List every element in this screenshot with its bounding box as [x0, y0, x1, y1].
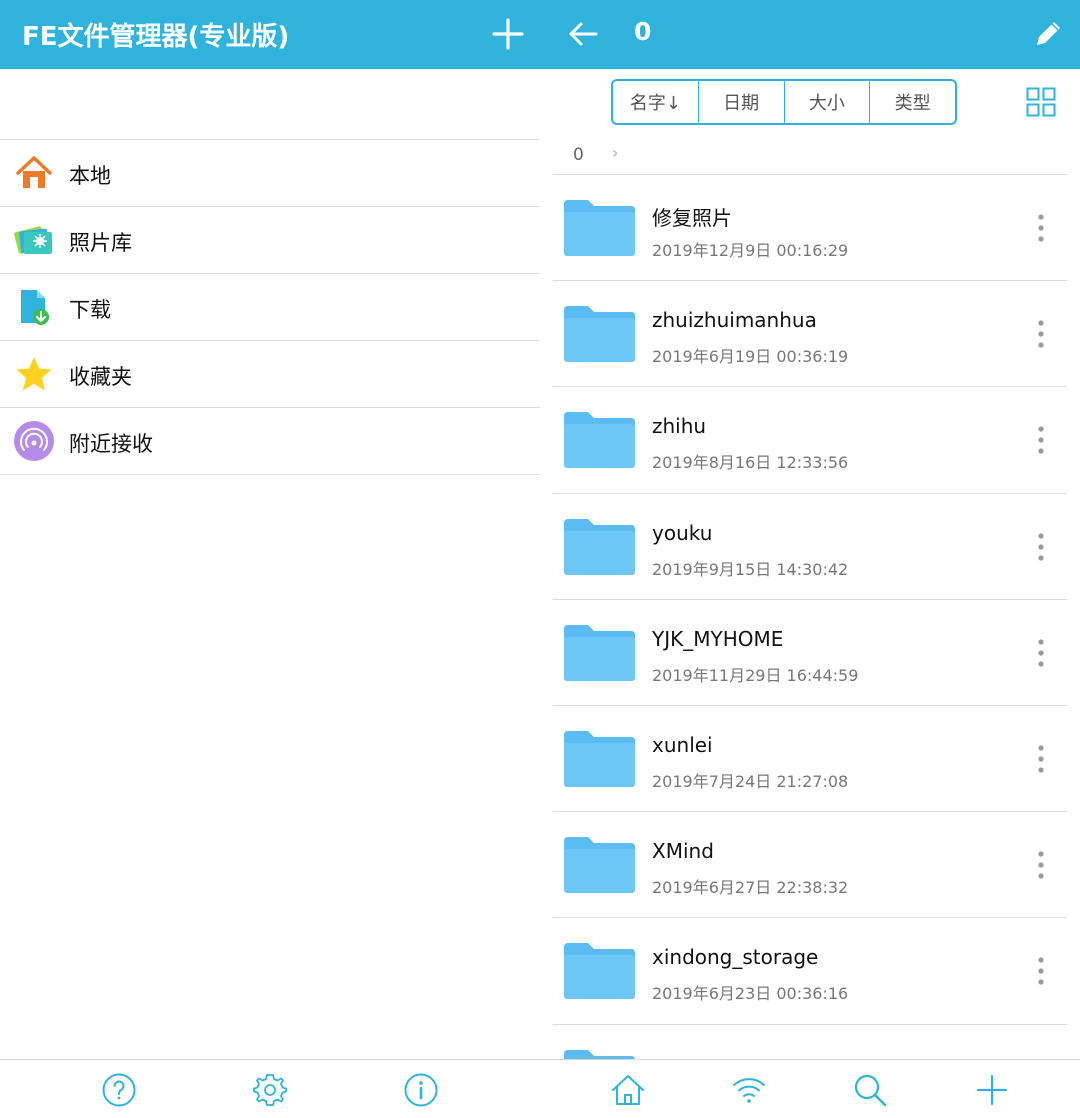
nav-label-downloads: 下载	[69, 298, 111, 322]
arrow-left-icon[interactable]	[564, 16, 604, 52]
home-icon[interactable]	[610, 1072, 646, 1108]
app-root: FE文件管理器(专业版) 0 本地 照片库 下载 收藏夹 附近接收 名字↓ 日期…	[0, 0, 1080, 1118]
more-options-icon[interactable]	[1033, 744, 1049, 774]
file-row-partial[interactable]	[553, 1025, 1067, 1059]
more-options-icon[interactable]	[1033, 956, 1049, 986]
file-modified-date: 2019年8月16日 12:33:56	[652, 453, 849, 473]
grid-view-icon[interactable]	[1026, 87, 1056, 117]
nav-label-favorites: 收藏夹	[69, 365, 132, 389]
pencil-icon[interactable]	[1030, 16, 1066, 52]
file-row[interactable]: xunlei 2019年7月24日 21:27:08	[553, 706, 1067, 813]
file-name: 修复照片	[652, 206, 732, 230]
more-options-icon[interactable]	[1033, 638, 1049, 668]
wifi-icon[interactable]	[731, 1072, 767, 1108]
sidebar: 本地 照片库 下载 收藏夹 附近接收	[0, 69, 540, 1059]
file-modified-date: 2019年9月15日 14:30:42	[652, 559, 849, 579]
nav-item-local[interactable]: 本地	[0, 140, 540, 207]
file-row[interactable]: zhuizhuimanhua 2019年6月19日 00:36:19	[553, 281, 1067, 388]
info-icon[interactable]	[403, 1072, 439, 1108]
settings-icon[interactable]	[252, 1072, 288, 1108]
folder-icon	[564, 624, 635, 681]
right-header: 0	[552, 0, 1080, 69]
folder-icon	[564, 200, 635, 256]
photo-library-icon	[13, 219, 55, 261]
file-name: zhuizhuimanhua	[652, 308, 817, 333]
nav-label-nearby: 附近接收	[69, 432, 153, 456]
left-header: FE文件管理器(专业版)	[0, 0, 552, 69]
file-row[interactable]: youku 2019年9月15日 14:30:42	[553, 494, 1067, 600]
add-icon[interactable]	[974, 1072, 1010, 1108]
more-options-icon[interactable]	[1033, 850, 1049, 880]
more-options-icon[interactable]	[1033, 532, 1049, 562]
file-row[interactable]: YJK_MYHOME 2019年11月29日 16:44:59	[553, 600, 1067, 706]
sidebar-top-space	[0, 69, 540, 140]
folder-icon	[564, 730, 635, 787]
nav-item-downloads[interactable]: 下载	[0, 274, 540, 341]
file-modified-date: 2019年6月27日 22:38:32	[652, 878, 849, 898]
file-name: xunlei	[652, 732, 713, 757]
folder-icon	[564, 837, 635, 894]
nav-item-nearby[interactable]: 附近接收	[0, 408, 540, 475]
breadcrumb-item[interactable]: 0	[573, 145, 584, 165]
file-modified-date: 2019年6月19日 00:36:19	[652, 347, 849, 367]
folder-icon	[564, 1049, 635, 1059]
plus-icon[interactable]	[490, 16, 526, 52]
download-icon	[13, 286, 55, 328]
file-list: 修复照片 2019年12月9日 00:16:29 zhuizhuimanhua 201…	[553, 175, 1067, 1059]
folder-icon	[564, 943, 635, 1000]
nav-label-photos: 照片库	[69, 231, 132, 255]
star-icon	[13, 353, 55, 395]
sort-segmented-control: 名字↓ 日期 大小 类型	[611, 79, 957, 125]
current-folder-title: 0	[634, 17, 652, 46]
file-modified-date: 2019年12月9日 00:16:29	[652, 241, 849, 260]
file-name: youku	[652, 520, 713, 545]
file-name: xindong_storage	[652, 945, 819, 970]
file-name: XMind	[652, 839, 714, 864]
file-row[interactable]: zhihu 2019年8月16日 12:33:56	[553, 387, 1067, 494]
folder-icon	[564, 518, 635, 575]
file-row[interactable]: XMind 2019年6月27日 22:38:32	[553, 812, 1067, 919]
sort-by-type-button[interactable]: 类型	[870, 81, 955, 123]
more-options-icon[interactable]	[1033, 319, 1049, 349]
more-options-icon[interactable]	[1033, 425, 1049, 455]
file-row[interactable]: 修复照片 2019年12月9日 00:16:29	[553, 175, 1067, 282]
file-row[interactable]: xindong_storage 2019年6月23日 00:36:16	[553, 918, 1067, 1025]
breadcrumb-separator: ›	[612, 143, 619, 162]
help-icon[interactable]	[101, 1072, 137, 1108]
nearby-receive-icon	[13, 420, 55, 462]
file-modified-date: 2019年6月23日 00:36:16	[652, 984, 849, 1004]
bottom-toolbar	[0, 1059, 1080, 1118]
app-title: FE文件管理器(专业版)	[22, 22, 290, 52]
more-options-icon[interactable]	[1033, 213, 1049, 243]
file-modified-date: 2019年11月29日 16:44:59	[652, 665, 859, 685]
nav-label-local: 本地	[69, 164, 111, 188]
search-icon[interactable]	[852, 1072, 888, 1108]
home-icon	[13, 152, 55, 194]
folder-icon	[564, 306, 635, 363]
sort-by-size-button[interactable]: 大小	[785, 81, 871, 123]
nav-item-favorites[interactable]: 收藏夹	[0, 341, 540, 408]
file-modified-date: 2019年7月24日 21:27:08	[652, 771, 849, 791]
folder-icon	[564, 412, 635, 469]
sort-by-date-button[interactable]: 日期	[699, 81, 785, 123]
file-name: YJK_MYHOME	[652, 626, 784, 651]
file-name: zhihu	[652, 414, 707, 439]
sort-by-name-button[interactable]: 名字↓	[613, 81, 699, 123]
nav-item-photos[interactable]: 照片库	[0, 207, 540, 274]
breadcrumb: 0 ›	[553, 141, 1067, 175]
